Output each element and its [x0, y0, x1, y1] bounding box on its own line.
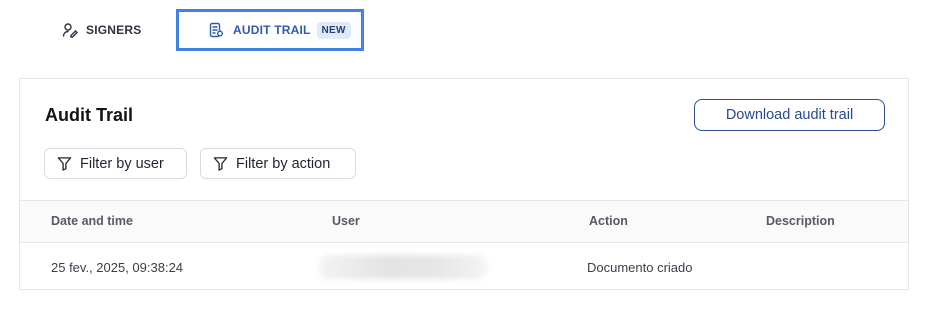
cell-action: Documento criado — [587, 260, 693, 275]
filter-by-action-button[interactable]: Filter by action — [200, 148, 356, 179]
column-header-action: Action — [589, 214, 628, 228]
column-header-description: Description — [766, 214, 835, 228]
tab-audit-trail[interactable]: AUDIT TRAIL NEW — [176, 9, 364, 51]
filter-icon — [57, 156, 72, 171]
cell-user-redacted — [319, 255, 487, 279]
filter-by-user-label: Filter by user — [80, 155, 164, 172]
new-badge: NEW — [316, 21, 351, 39]
filter-by-user-button[interactable]: Filter by user — [44, 148, 187, 179]
table-header: Date and time User Action Description — [20, 200, 908, 243]
tab-signers-label: SIGNERS — [86, 23, 142, 37]
table-row: 25 fev., 2025, 09:38:24 Documento criado — [20, 243, 908, 289]
tab-bar: SIGNERS AUDIT TRAIL NEW — [0, 0, 939, 60]
signers-icon — [62, 22, 78, 38]
tab-audit-trail-label: AUDIT TRAIL — [233, 23, 311, 37]
panel-title: Audit Trail — [45, 105, 134, 125]
audit-trail-panel: Audit Trail Download audit trail Filter … — [19, 78, 909, 290]
download-audit-trail-button[interactable]: Download audit trail — [694, 99, 885, 131]
column-header-date: Date and time — [51, 214, 133, 228]
column-header-user: User — [332, 214, 360, 228]
cell-date: 25 fev., 2025, 09:38:24 — [51, 260, 184, 275]
filter-icon — [213, 156, 228, 171]
tab-signers[interactable]: SIGNERS — [62, 10, 141, 50]
filter-by-action-label: Filter by action — [236, 155, 331, 172]
document-icon — [208, 22, 224, 38]
